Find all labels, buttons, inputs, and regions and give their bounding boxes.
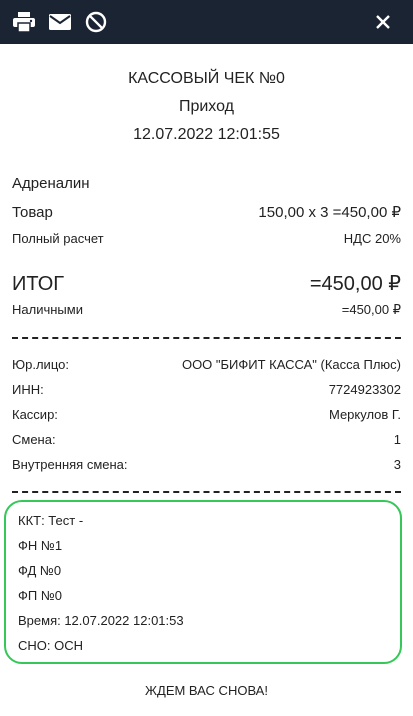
org-value: ООО "БИФИТ КАССА" (Касса Плюс) — [181, 357, 401, 372]
item-row: Товар 150,00 x 3 =450,00 ₽ — [12, 203, 401, 221]
shift-value: 1 — [393, 432, 401, 447]
receipt-title: КАССОВЫЙ ЧЕК №0 — [128, 70, 285, 87]
receipt-operation: Приход — [178, 98, 235, 115]
receipt-datetime: 12.07.2022 12:01:55 — [133, 126, 280, 143]
fn-line: ФН №1 — [18, 538, 63, 553]
cashier-value: Меркулов Г. — [328, 407, 401, 422]
top-toolbar — [0, 0, 413, 44]
envelope-icon[interactable] — [47, 9, 73, 35]
printer-icon[interactable] — [11, 9, 37, 35]
total-value: =450,00 ₽ — [309, 273, 401, 295]
internal-shift-label: Внутренняя смена: — [12, 457, 128, 472]
item-details-row: Полный расчет НДС 20% — [12, 231, 401, 246]
internal-shift-value: 3 — [393, 457, 401, 472]
cashier-row: Кассир: Меркулов Г. — [12, 407, 401, 422]
cash-label: Наличными — [12, 302, 83, 317]
time-line: Время: 12.07.2022 12:01:53 — [18, 613, 184, 628]
dashed-divider — [12, 491, 401, 493]
internal-shift-row: Внутренняя смена: 3 — [12, 457, 401, 472]
kkt-line: ККТ: Тест - — [18, 513, 84, 528]
footer-message: ЖДЕМ ВАС СНОВА! — [145, 683, 268, 698]
cash-row: Наличными =450,00 ₽ — [12, 302, 401, 318]
fd-line: ФД №0 — [18, 563, 62, 578]
fp-line: ФП №0 — [18, 588, 63, 603]
close-icon[interactable] — [370, 9, 396, 35]
cash-value: =450,00 ₽ — [341, 302, 401, 317]
payment-method: Полный расчет — [12, 231, 104, 246]
total-row: ИТОГ =450,00 ₽ — [12, 271, 401, 296]
org-row: Юр.лицо: ООО "БИФИТ КАССА" (Касса Плюс) — [12, 357, 401, 372]
block-icon[interactable] — [83, 9, 109, 35]
inn-label: ИНН: — [12, 382, 44, 397]
item-name: Адреналин — [12, 175, 90, 192]
sno-line: СНО: ОСН — [18, 638, 83, 653]
org-label: Юр.лицо: — [12, 357, 69, 372]
inn-row: ИНН: 7724923302 — [12, 382, 401, 397]
total-label: ИТОГ — [12, 273, 65, 295]
inn-value: 7724923302 — [328, 382, 401, 397]
item-price-line: 150,00 x 3 =450,00 ₽ — [258, 204, 401, 221]
vat-rate: НДС 20% — [343, 231, 401, 246]
kkt-info-box: ККТ: Тест - ФН №1 ФД №0 ФП №0 Время: 12.… — [4, 500, 402, 664]
shift-row: Смена: 1 — [12, 432, 401, 447]
cashier-label: Кассир: — [12, 407, 58, 422]
shift-label: Смена: — [12, 432, 56, 447]
item-type-label: Товар — [12, 204, 53, 221]
dashed-divider — [12, 337, 401, 339]
